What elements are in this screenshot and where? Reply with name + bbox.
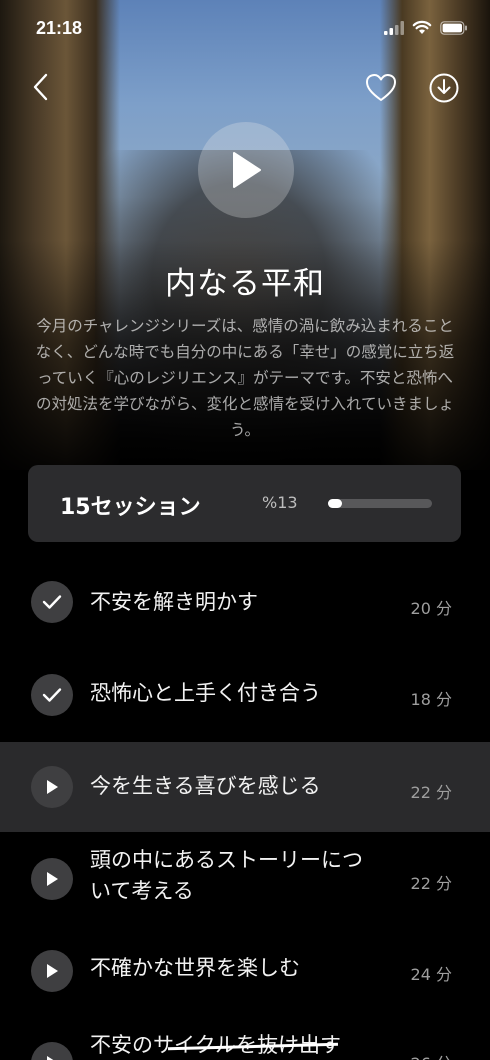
session-row[interactable]: 頭の中にあるストーリーについて考える 22 分 bbox=[0, 834, 490, 924]
session-title: 恐怖心と上手く付き合う bbox=[90, 681, 321, 705]
session-duration: 22 分 bbox=[410, 783, 452, 802]
progress-bar-fill bbox=[328, 499, 342, 508]
play-icon bbox=[233, 152, 261, 188]
play-icon bbox=[31, 858, 73, 900]
session-row[interactable]: 不確かな世界を楽しむ 24 分 bbox=[0, 926, 490, 1016]
download-button[interactable] bbox=[428, 72, 460, 104]
session-row[interactable]: 不安のサイクルを抜け出す 26 分 bbox=[0, 1018, 490, 1060]
play-icon bbox=[31, 766, 73, 808]
progress-bar bbox=[328, 499, 432, 508]
checkmark-icon bbox=[31, 581, 73, 623]
session-duration: 22 分 bbox=[410, 874, 452, 893]
session-title: 不安を解き明かす bbox=[90, 590, 258, 614]
play-icon bbox=[31, 1042, 73, 1060]
wifi-icon bbox=[412, 20, 432, 34]
session-duration: 20 分 bbox=[410, 599, 452, 618]
session-row[interactable]: 恐怖心と上手く付き合う 18 分 bbox=[0, 648, 490, 738]
progress-card: 15セッション %13 bbox=[28, 465, 461, 542]
session-title: 頭の中にあるストーリーについて考える bbox=[90, 848, 363, 903]
play-icon bbox=[31, 950, 73, 992]
session-row-current[interactable]: 今を生きる喜びを感じる 22 分 bbox=[0, 742, 490, 832]
course-title: 内なる平和 bbox=[165, 266, 325, 302]
status-time: 21:18 bbox=[36, 18, 83, 38]
favorite-button[interactable] bbox=[364, 72, 398, 104]
session-title: 不確かな世界を楽しむ bbox=[90, 956, 300, 980]
heart-icon bbox=[366, 74, 396, 101]
session-duration: 18 分 bbox=[410, 690, 452, 709]
status-bar: 21:18 bbox=[0, 0, 490, 56]
session-title: 今を生きる喜びを感じる bbox=[90, 774, 321, 798]
session-count: 15セッション bbox=[60, 495, 201, 520]
status-icons bbox=[384, 20, 468, 35]
course-description: 今月のチャレンジシリーズは、感情の渦に飲み込まれることなく、どんな時でも自分の中… bbox=[35, 317, 455, 439]
download-icon bbox=[429, 73, 459, 103]
signal-icon bbox=[384, 20, 404, 35]
session-duration: 24 分 bbox=[410, 965, 452, 984]
play-button[interactable] bbox=[198, 122, 294, 218]
battery-icon bbox=[440, 20, 467, 35]
checkmark-icon bbox=[31, 674, 73, 716]
progress-percent: %13 bbox=[262, 493, 298, 512]
session-duration: 26 分 bbox=[411, 1050, 452, 1060]
back-button[interactable] bbox=[26, 70, 58, 104]
chevron-left-icon bbox=[33, 73, 48, 101]
session-row[interactable]: 不安を解き明かす 20 分 bbox=[0, 557, 490, 647]
